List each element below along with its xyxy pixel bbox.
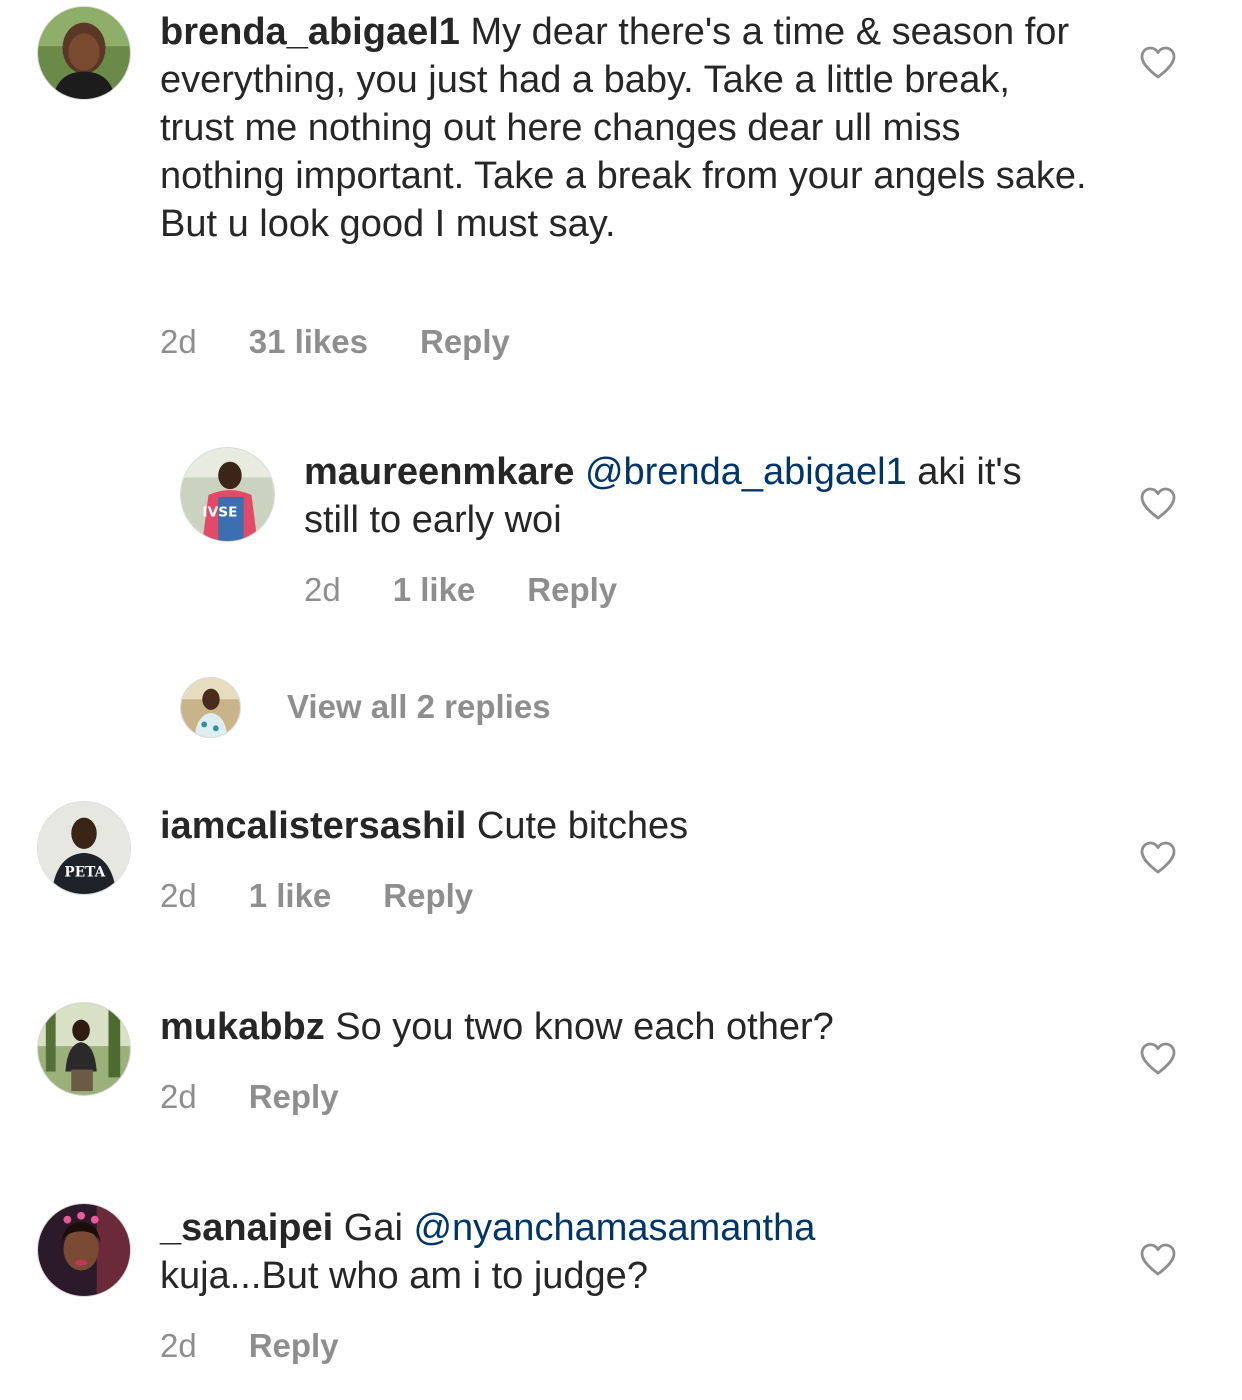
reply-button[interactable]: Reply (249, 1077, 339, 1117)
comment-time: 2d (160, 323, 197, 360)
comment-meta: 2d Reply (160, 1077, 339, 1117)
heart-outline-icon[interactable] (1140, 487, 1176, 521)
comment-likes[interactable]: 1 like (249, 876, 332, 916)
comment-item: PETA iamcalistersashil Cute bitches 2d 1 … (0, 800, 1242, 940)
comment-text: brenda_abigael1 My dear there's a time &… (160, 8, 1090, 248)
reply-button[interactable]: Reply (249, 1326, 339, 1366)
reply-button[interactable]: Reply (527, 570, 617, 610)
comment-item: mukabbz So you two know each other? 2d Re… (0, 1000, 1242, 1140)
comment-body: kuja...But who am i to judge? (160, 1255, 648, 1297)
comment-body: Cute bitches (466, 805, 689, 847)
svg-text:IVSE: IVSE (203, 505, 238, 521)
comment-meta: 2d 31 likes Reply (160, 322, 510, 362)
comment-username[interactable]: brenda_abigael1 (160, 11, 460, 53)
comment-text: _sanaipei Gai @nyanchamasamantha kuja...… (160, 1204, 1090, 1300)
reply-button[interactable]: Reply (383, 876, 473, 916)
comment-item: brenda_abigael1 My dear there's a time &… (0, 0, 1242, 380)
avatar[interactable]: IVSE (180, 447, 275, 542)
avatar (180, 677, 241, 738)
comment-time: 2d (160, 877, 197, 914)
comment-body: So you two know each other? (324, 1006, 834, 1048)
comment-meta: 2d Reply (160, 1326, 339, 1366)
svg-text:PETA: PETA (64, 864, 105, 880)
avatar[interactable]: PETA (37, 801, 131, 895)
heart-outline-icon[interactable] (1140, 46, 1176, 80)
comment-text: iamcalistersashil Cute bitches (160, 802, 1090, 850)
comment-body-prefix: Gai (333, 1207, 414, 1249)
comment-time: 2d (160, 1078, 197, 1115)
comment-time: 2d (160, 1327, 197, 1364)
comment-text: mukabbz So you two know each other? (160, 1003, 1090, 1051)
heart-outline-icon[interactable] (1140, 1243, 1176, 1277)
comment-username[interactable]: _sanaipei (160, 1207, 333, 1249)
mention-link[interactable]: @nyanchamasamantha (413, 1207, 815, 1249)
mention-link[interactable]: @brenda_abigael1 (585, 451, 907, 493)
comment-meta: 2d 1 like Reply (160, 876, 473, 916)
reply-button[interactable]: Reply (420, 322, 510, 362)
comment-time: 2d (304, 571, 341, 608)
comment-meta: 2d 1 like Reply (304, 570, 617, 610)
comment-username[interactable]: mukabbz (160, 1006, 325, 1048)
heart-outline-icon[interactable] (1140, 1042, 1176, 1076)
avatar[interactable] (37, 1203, 131, 1297)
avatar[interactable] (37, 1002, 131, 1096)
comment-username[interactable]: iamcalistersashil (160, 805, 466, 847)
view-all-replies-button[interactable]: View all 2 replies (287, 687, 551, 727)
comment-username[interactable]: maureenmkare (304, 451, 574, 493)
comment-likes[interactable]: 1 like (393, 570, 476, 610)
comment-item: _sanaipei Gai @nyanchamasamantha kuja...… (0, 1200, 1242, 1400)
comment-likes[interactable]: 31 likes (249, 322, 368, 362)
avatar[interactable] (37, 6, 131, 100)
view-replies-row[interactable]: View all 2 replies (0, 676, 1242, 740)
heart-outline-icon[interactable] (1140, 841, 1176, 875)
reply-comment-item: IVSE maureenmkare @brenda_abigael1 aki i… (0, 440, 1242, 640)
comment-text: maureenmkare @brenda_abigael1 aki it's s… (304, 448, 1084, 544)
